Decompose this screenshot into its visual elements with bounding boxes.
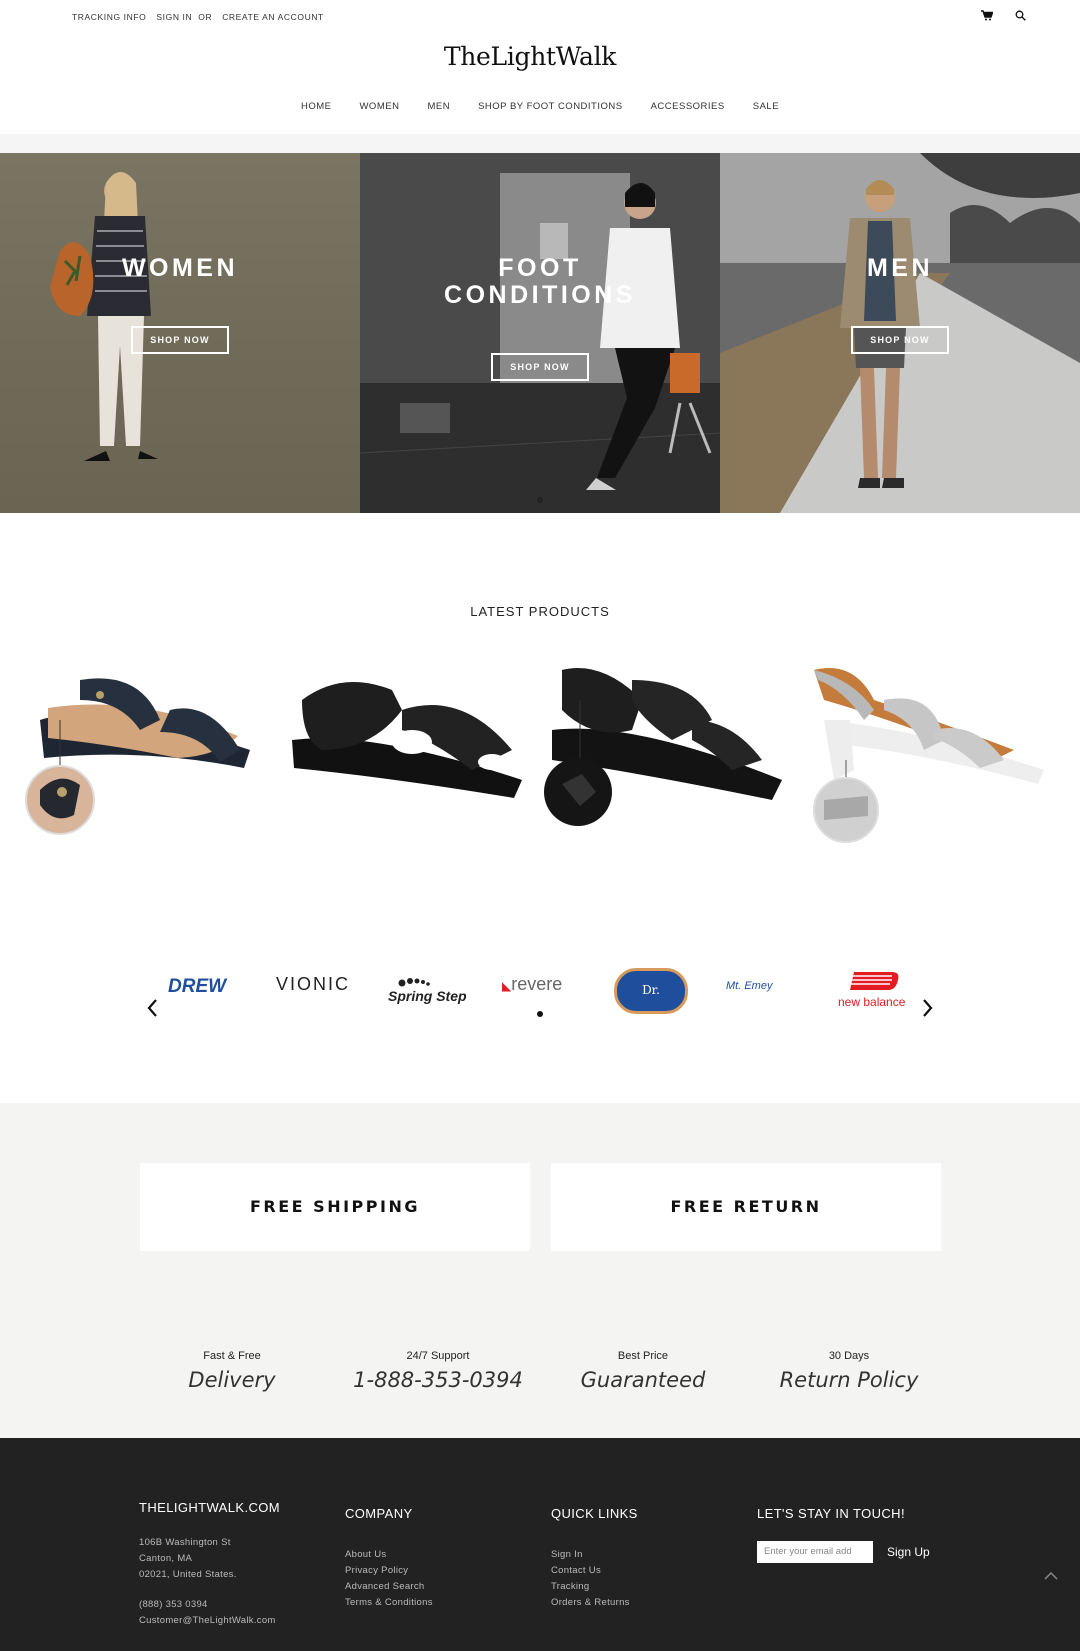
- footer-link-sign-in[interactable]: Sign In: [551, 1547, 638, 1563]
- feature-support: 24/7 Support 1-888-353-0394: [328, 1350, 548, 1392]
- header-icons: [981, 10, 1026, 24]
- footer-newsletter-title: LET'S STAY IN TOUCH!: [757, 1506, 905, 1521]
- nav-home[interactable]: HOME: [287, 101, 346, 112]
- feature-returns: 30 Days Return Policy: [739, 1350, 959, 1392]
- brand-logo-new-balance[interactable]: new balance: [838, 970, 905, 1009]
- back-to-top-button[interactable]: [1044, 1568, 1058, 1584]
- hero-men-title: MEN: [866, 254, 934, 282]
- hero-title-line2: CONDITIONS: [444, 281, 636, 309]
- feature-delivery-label: Fast & Free: [203, 1350, 261, 1362]
- footer-link-about[interactable]: About Us: [345, 1547, 433, 1563]
- footer-link-orders-returns[interactable]: Orders & Returns: [551, 1595, 638, 1611]
- benefits-section: FREE SHIPPING FREE RETURN Fast & Free De…: [0, 1103, 1080, 1438]
- footer-email[interactable]: Customer@TheLightWalk.com: [139, 1613, 280, 1629]
- tracking-info-link[interactable]: TRACKING INFO: [72, 12, 146, 22]
- site-footer: THELIGHTWALK.COM 106B Washington St Cant…: [0, 1438, 1080, 1651]
- footer-link-contact[interactable]: Contact Us: [551, 1563, 638, 1579]
- create-account-link[interactable]: CREATE AN ACCOUNT: [222, 12, 324, 22]
- feature-delivery-value: Delivery: [188, 1368, 276, 1392]
- shop-foot-conditions-button[interactable]: SHOP NOW: [491, 353, 589, 381]
- feature-support-phone: 1-888-353-0394: [353, 1368, 523, 1392]
- footer-link-terms[interactable]: Terms & Conditions: [345, 1595, 433, 1611]
- brand-logo-spring-step[interactable]: Spring Step: [388, 976, 467, 1004]
- utility-links: TRACKING INFO SIGN IN OR CREATE AN ACCOU…: [72, 12, 324, 22]
- hero-women-title: WOMEN: [121, 254, 239, 282]
- nav-men[interactable]: MEN: [413, 101, 464, 112]
- newsletter-signup-button[interactable]: Sign Up: [887, 1545, 930, 1559]
- sign-in-link[interactable]: SIGN IN: [156, 12, 192, 22]
- brand-logo-drew[interactable]: DREW: [168, 976, 226, 998]
- revere-text: revere: [511, 974, 563, 994]
- nb-mark-icon: [843, 972, 899, 990]
- footer-phone[interactable]: (888) 353 0394: [139, 1597, 280, 1613]
- or-text: OR: [198, 12, 213, 22]
- site-logo[interactable]: TheLightWalk: [0, 42, 1060, 71]
- spring-step-text: Spring Step: [388, 988, 467, 1004]
- hero-foot-conditions-panel[interactable]: FOOT CONDITIONS SHOP NOW: [360, 153, 720, 513]
- brand-logo-revere[interactable]: ◣revere: [502, 974, 562, 995]
- new-balance-text: new balance: [838, 995, 906, 1009]
- hero-men-panel[interactable]: MEN SHOP NOW: [720, 153, 1080, 513]
- chevron-up-icon: [1044, 1571, 1058, 1580]
- footer-link-privacy[interactable]: Privacy Policy: [345, 1563, 433, 1579]
- feature-price: Best Price Guaranteed: [533, 1350, 753, 1392]
- latest-products-title: LATEST PRODUCTS: [470, 604, 610, 619]
- main-nav: HOME WOMEN MEN SHOP BY FOOT CONDITIONS A…: [0, 101, 1080, 112]
- product-card-wedge-silver[interactable]: [804, 660, 1064, 890]
- feature-price-label: Best Price: [617, 1350, 669, 1362]
- nav-sale[interactable]: SALE: [739, 101, 793, 112]
- footer-link-tracking[interactable]: Tracking: [551, 1579, 638, 1595]
- footer-site-column: THELIGHTWALK.COM 106B Washington St Cant…: [139, 1500, 280, 1629]
- footer-address-line1: 106B Washington St: [139, 1537, 231, 1548]
- nav-accessories[interactable]: ACCESSORIES: [637, 101, 739, 112]
- hero-slider-dot[interactable]: [537, 497, 543, 503]
- nav-women[interactable]: WOMEN: [345, 101, 413, 112]
- cart-icon[interactable]: [981, 10, 994, 24]
- product-card-sandal-black-velcro[interactable]: [542, 660, 802, 890]
- footprint-icon: [398, 978, 430, 987]
- shop-women-button[interactable]: SHOP NOW: [131, 326, 229, 354]
- nav-foot-conditions[interactable]: SHOP BY FOOT CONDITIONS: [464, 101, 637, 112]
- brands-slider-dot[interactable]: [537, 1011, 543, 1017]
- footer-company-column: COMPANY About Us Privacy Policy Advanced…: [345, 1506, 433, 1611]
- product-card-sandal-navy[interactable]: [20, 660, 280, 890]
- nav-divider: [0, 134, 1080, 153]
- footer-link-advanced-search[interactable]: Advanced Search: [345, 1579, 433, 1595]
- brand-logo-vionic[interactable]: VIONIC: [276, 974, 350, 995]
- footer-company-title: COMPANY: [345, 1506, 413, 1521]
- footer-newsletter-column: LET'S STAY IN TOUCH! Enter your email ad…: [757, 1506, 930, 1563]
- footer-quick-links-column: QUICK LINKS Sign In Contact Us Tracking …: [551, 1506, 638, 1611]
- product-carousel: [20, 660, 1060, 900]
- hero-women-panel[interactable]: WOMEN SHOP NOW: [0, 153, 360, 513]
- feature-returns-label: 30 Days: [828, 1350, 870, 1362]
- footer-address-line3: 02021, United States.: [139, 1569, 237, 1580]
- brand-logo-mt-emey[interactable]: Mt. Emey: [726, 980, 772, 992]
- shop-men-button[interactable]: SHOP NOW: [851, 326, 949, 354]
- newsletter-email-input[interactable]: Enter your email add: [757, 1541, 873, 1563]
- feature-delivery: Fast & Free Delivery: [122, 1350, 342, 1392]
- product-card-sandal-black-men[interactable]: [282, 660, 542, 890]
- free-shipping-box: FREE SHIPPING: [140, 1163, 530, 1251]
- search-icon[interactable]: [1015, 10, 1026, 24]
- hero-banner: WOMEN SHOP NOW FOOT CONDITIONS SHOP NOW: [0, 153, 1080, 513]
- hero-title-line1: FOOT: [498, 254, 582, 282]
- doctor-figure-image: [586, 183, 712, 490]
- footer-site-title: THELIGHTWALK.COM: [139, 1500, 280, 1515]
- feature-support-label: 24/7 Support: [406, 1350, 470, 1362]
- feature-returns-value: Return Policy: [779, 1368, 919, 1392]
- hero-foot-conditions-title: FOOT CONDITIONS: [360, 255, 720, 309]
- brand-carousel: DREW VIONIC Spring Step ◣revere Dr. Comf…: [140, 966, 940, 1035]
- footer-quick-title: QUICK LINKS: [551, 1506, 638, 1521]
- revere-mark-icon: ◣: [502, 979, 512, 993]
- feature-price-value: Guaranteed: [580, 1368, 706, 1392]
- footer-address-line2: Canton, MA: [139, 1553, 193, 1564]
- brand-logo-dr-comfort[interactable]: Dr. Comfort: [614, 968, 688, 1035]
- free-return-box: FREE RETURN: [551, 1163, 941, 1251]
